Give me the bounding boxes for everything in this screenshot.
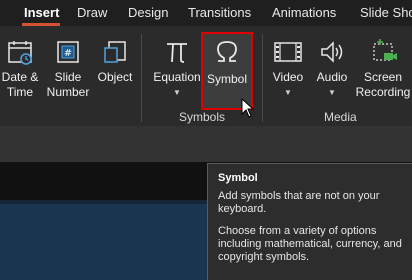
tab-transitions[interactable]: Transitions bbox=[188, 5, 251, 21]
equation-label: Equation bbox=[153, 70, 201, 84]
ribbon-bottom-bar bbox=[0, 126, 412, 162]
slide-number-icon: # bbox=[54, 38, 82, 71]
tooltip-detail: Choose from a variety of options includi… bbox=[218, 225, 402, 263]
speaker-icon bbox=[318, 38, 346, 71]
tab-insert[interactable]: Insert bbox=[24, 5, 59, 21]
screen-recording-label-2: Recording bbox=[355, 85, 411, 99]
date-time-label-2: Time bbox=[6, 85, 34, 99]
hash-glyph: # bbox=[64, 48, 72, 59]
date-time-label-1: Date & bbox=[1, 70, 39, 84]
symbols-group-label: Symbols bbox=[179, 110, 226, 124]
object-icon bbox=[101, 38, 129, 71]
tooltip-description: Add symbols that are not on your keyboar… bbox=[218, 190, 380, 215]
object-label: Object bbox=[97, 70, 133, 84]
tab-slide-show[interactable]: Slide Sho bbox=[360, 5, 412, 21]
screen-recording-label-1: Screen bbox=[363, 70, 403, 84]
chevron-down-icon[interactable]: ▼ bbox=[284, 88, 292, 97]
symbol-tooltip: Symbol Add symbols that are not on your … bbox=[207, 163, 412, 280]
audio-label: Audio bbox=[316, 70, 348, 84]
omega-icon bbox=[213, 38, 241, 71]
pi-icon bbox=[163, 38, 191, 71]
film-icon bbox=[273, 38, 303, 71]
tab-animations[interactable]: Animations bbox=[272, 5, 336, 21]
tooltip-title: Symbol bbox=[218, 172, 258, 184]
video-label: Video bbox=[272, 70, 304, 84]
symbol-label: Symbol bbox=[206, 72, 247, 86]
media-group-label: Media bbox=[324, 110, 357, 124]
tab-design[interactable]: Design bbox=[128, 5, 168, 21]
chevron-down-icon[interactable]: ▼ bbox=[328, 88, 336, 97]
mouse-cursor-icon bbox=[241, 97, 255, 123]
slide-number-label-1: Slide bbox=[54, 70, 82, 84]
slide-number-label-2: Number bbox=[46, 85, 90, 99]
ribbon-tab-bar: Insert Draw Design Transitions Animation… bbox=[0, 0, 412, 26]
chevron-down-icon[interactable]: ▼ bbox=[173, 88, 181, 97]
calendar-icon bbox=[6, 38, 34, 71]
group-separator bbox=[141, 34, 142, 122]
group-separator bbox=[262, 34, 263, 122]
screen-recording-icon bbox=[368, 38, 398, 71]
tab-draw[interactable]: Draw bbox=[77, 5, 107, 21]
